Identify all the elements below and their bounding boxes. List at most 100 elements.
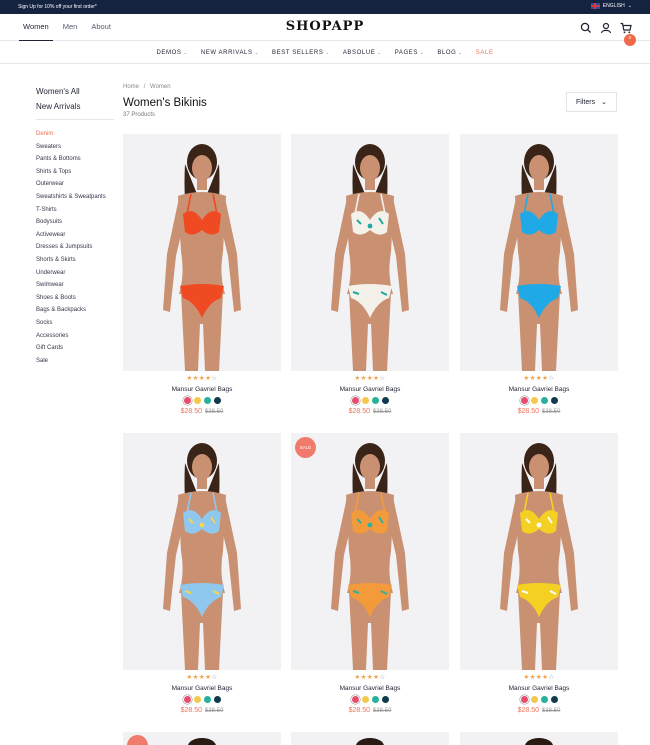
- color-swatch[interactable]: [550, 696, 558, 703]
- product-name[interactable]: Mansur Gavriel Bags: [123, 385, 281, 394]
- color-swatch[interactable]: [213, 696, 221, 703]
- filters-button[interactable]: Filters ⌄: [566, 92, 617, 112]
- promo-text[interactable]: Sign Up for 10% off your first order*: [18, 4, 97, 10]
- price-original: $38.50: [373, 708, 392, 714]
- color-swatch[interactable]: [540, 696, 548, 703]
- product-name[interactable]: Mansur Gavriel Bags: [460, 385, 618, 394]
- product-price: $28.50 $38.50: [460, 408, 618, 415]
- color-swatch[interactable]: [351, 696, 359, 703]
- star-empty-icon: ☆: [211, 375, 218, 382]
- product-card-partial[interactable]: [291, 732, 449, 745]
- sidebar-item-dresses-jumpsuits[interactable]: Dresses & Jumpsuits: [36, 241, 114, 254]
- product-card[interactable]: ★★★★☆ Mansur Gavriel Bags $28.50 $38.50: [123, 433, 281, 714]
- color-swatch[interactable]: [520, 397, 528, 404]
- sidebar-link-new-arrivals[interactable]: New Arrivals: [36, 99, 114, 114]
- product-image[interactable]: [291, 134, 449, 371]
- rating-stars: ★★★★☆: [123, 674, 281, 682]
- sidebar-item-accessories[interactable]: Accessories: [36, 330, 114, 343]
- sidebar-item-outerwear[interactable]: Outerwear: [36, 178, 114, 191]
- color-swatch[interactable]: [371, 696, 379, 703]
- nav-item-demos[interactable]: DEMOS ⌄: [156, 42, 187, 63]
- sidebar-item-underwear[interactable]: Underwear: [36, 267, 114, 280]
- color-swatches: [460, 397, 618, 404]
- sidebar-item-bodysuits[interactable]: Bodysuits: [36, 216, 114, 229]
- nav-item-pages[interactable]: PAGES ⌄: [395, 42, 425, 63]
- sidebar-item-shorts-skirts[interactable]: Shorts & Skirts: [36, 254, 114, 267]
- nav-item-absolue[interactable]: ABSOLUE ⌄: [343, 42, 382, 63]
- sidebar-item-gift-cards[interactable]: Gift Cards: [36, 342, 114, 355]
- product-card[interactable]: ★★★★☆ Mansur Gavriel Bags $28.50 $38.50: [123, 134, 281, 415]
- chevron-down-icon: ⌄: [377, 49, 382, 55]
- color-swatch[interactable]: [203, 397, 211, 404]
- product-image[interactable]: SALE: [291, 433, 449, 670]
- product-name[interactable]: Mansur Gavriel Bags: [460, 684, 618, 693]
- rating-stars: ★★★★☆: [291, 674, 449, 682]
- breadcrumb-home[interactable]: Home: [123, 84, 139, 90]
- sale-badge: [127, 735, 148, 745]
- product-name[interactable]: Mansur Gavriel Bags: [291, 684, 449, 693]
- nav-item-sale[interactable]: SALE: [476, 42, 494, 63]
- color-swatch[interactable]: [203, 696, 211, 703]
- chevron-down-icon: ⌄: [627, 3, 632, 9]
- color-swatch[interactable]: [351, 397, 359, 404]
- sidebar-item-shirts-tops[interactable]: Shirts & Tops: [36, 166, 114, 179]
- product-image: [188, 738, 216, 745]
- product-card-partial[interactable]: [123, 732, 281, 745]
- star-empty-icon: ☆: [548, 674, 555, 681]
- sidebar-item-t-shirts[interactable]: T-Shirts: [36, 204, 114, 217]
- color-swatches: [123, 696, 281, 703]
- sidebar-item-bags-backpacks[interactable]: Bags & Backpacks: [36, 304, 114, 317]
- color-swatch[interactable]: [371, 397, 379, 404]
- color-swatch[interactable]: [361, 397, 369, 404]
- product-card[interactable]: ★★★★☆ Mansur Gavriel Bags $28.50 $38.50: [291, 134, 449, 415]
- sidebar-item-swimwear[interactable]: Swimwear: [36, 279, 114, 292]
- color-swatches: [291, 397, 449, 404]
- sidebar-item-sweatshirts-sweatpants[interactable]: Sweatshirts & Sweatpants: [36, 191, 114, 204]
- color-swatch[interactable]: [550, 397, 558, 404]
- product-card[interactable]: ★★★★☆ Mansur Gavriel Bags $28.50 $38.50: [460, 134, 618, 415]
- sidebar-item-denim[interactable]: Denim: [36, 128, 114, 141]
- color-swatch[interactable]: [183, 696, 191, 703]
- search-icon[interactable]: [580, 21, 592, 33]
- color-swatch[interactable]: [193, 696, 201, 703]
- sidebar-item-socks[interactable]: Socks: [36, 317, 114, 330]
- breadcrumb-separator: /: [143, 84, 146, 90]
- user-icon[interactable]: [600, 21, 612, 34]
- nav-item-new-arrivals[interactable]: NEW ARRIVALS ⌄: [201, 42, 259, 63]
- sidebar-link-womens-all[interactable]: Women's All: [36, 84, 114, 99]
- sidebar-item-shoes-boots[interactable]: Shoes & Boots: [36, 292, 114, 305]
- product-image[interactable]: [460, 134, 618, 371]
- product-card[interactable]: ★★★★☆ Mansur Gavriel Bags $28.50 $38.50: [460, 433, 618, 714]
- site-logo[interactable]: SHOPAPP: [0, 19, 650, 34]
- product-image[interactable]: [123, 433, 281, 670]
- sidebar-item-activewear[interactable]: Activewear: [36, 229, 114, 242]
- color-swatch[interactable]: [381, 397, 389, 404]
- product-card[interactable]: SALE ★★★★☆ Mansur Gavriel Bags $28.50 $3…: [291, 433, 449, 714]
- cart-icon[interactable]: 0: [620, 21, 636, 46]
- color-swatch[interactable]: [193, 397, 201, 404]
- color-swatch[interactable]: [361, 696, 369, 703]
- product-price: $28.50 $38.50: [123, 707, 281, 714]
- nav-item-blog[interactable]: BLOG ⌄: [437, 42, 462, 63]
- product-image[interactable]: [460, 433, 618, 670]
- color-swatch[interactable]: [530, 696, 538, 703]
- product-image[interactable]: [123, 134, 281, 371]
- language-selector[interactable]: ENGLISH ⌄: [590, 3, 632, 9]
- sidebar-item-sweaters[interactable]: Sweaters: [36, 141, 114, 154]
- color-swatch[interactable]: [381, 696, 389, 703]
- color-swatch[interactable]: [540, 397, 548, 404]
- color-swatch[interactable]: [213, 397, 221, 404]
- filters-label: Filters: [576, 98, 596, 106]
- color-swatch[interactable]: [520, 696, 528, 703]
- rating-stars: ★★★★☆: [460, 375, 618, 383]
- product-image: [356, 738, 384, 745]
- product-name[interactable]: Mansur Gavriel Bags: [123, 684, 281, 693]
- sidebar-item-sale[interactable]: Sale: [36, 355, 114, 368]
- nav-item-best-sellers[interactable]: BEST SELLERS ⌄: [272, 42, 330, 63]
- color-swatch[interactable]: [530, 397, 538, 404]
- price-current: $28.50: [180, 707, 203, 714]
- color-swatch[interactable]: [183, 397, 191, 404]
- sidebar-item-pants-bottoms[interactable]: Pants & Bottoms: [36, 153, 114, 166]
- product-card-partial[interactable]: [460, 732, 618, 745]
- product-name[interactable]: Mansur Gavriel Bags: [291, 385, 449, 394]
